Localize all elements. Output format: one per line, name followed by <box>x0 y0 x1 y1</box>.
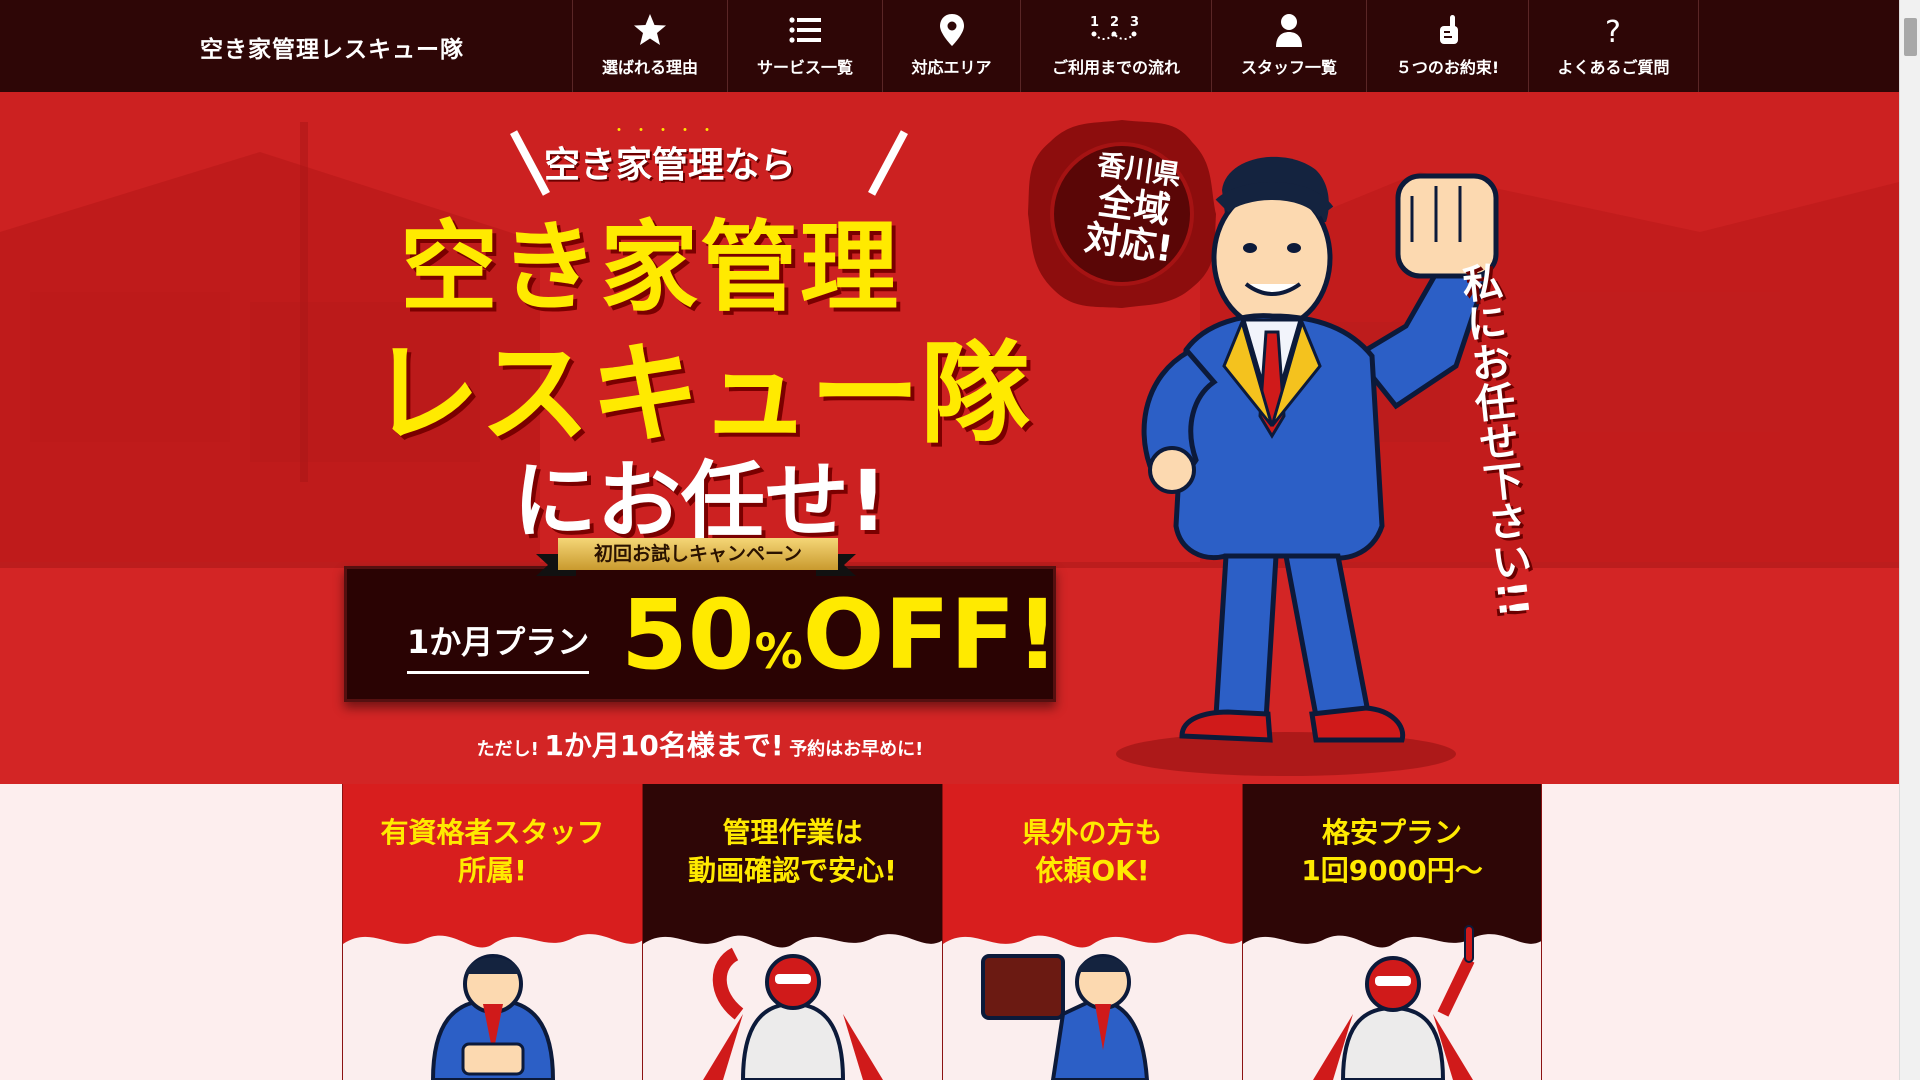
mascot-man-illustration <box>1116 156 1499 776</box>
note-prefix: ただし! <box>476 739 539 760</box>
nav-label: よくあるご質問 <box>1557 58 1670 77</box>
catch-slash-right <box>868 130 908 196</box>
nav-label: ５つのお約束! <box>1395 58 1500 77</box>
nav-item-flow[interactable]: 1 2 3 ご利用までの流れ <box>1020 0 1211 92</box>
list-icon <box>789 17 821 43</box>
note-limit: 1か月10名様まで! <box>544 729 784 762</box>
svg-text:?: ? <box>1605 15 1621 48</box>
nav-item-faq[interactable]: ? よくあるご質問 <box>1528 0 1698 92</box>
pinky-promise-icon <box>1439 15 1458 44</box>
feature-title-line1: 管理作業は <box>722 816 863 849</box>
star-icon <box>634 14 666 45</box>
question-icon: ? <box>1605 15 1621 48</box>
hero-mascot-pointing-illustration <box>1243 925 1541 1080</box>
feature-title-line1: 有資格者スタッフ <box>380 816 605 849</box>
discount-off-text: OFF! <box>802 579 1060 691</box>
discount-offer-box: 1か月プラン 50%OFF! <box>344 566 1059 702</box>
nav-item-services[interactable]: サービス一覧 <box>727 0 882 92</box>
svg-text:1: 1 <box>1090 15 1099 30</box>
feature-title-line1: 県外の方も <box>1022 816 1163 849</box>
nav-label: スタッフ一覧 <box>1240 58 1337 77</box>
feature-title-line2: 所属! <box>458 854 527 887</box>
feature-card-out-of-prefecture[interactable]: 県外の方も 依頼OK! <box>942 784 1242 1080</box>
nav-label: 対応エリア <box>911 58 992 77</box>
feature-card-cheap-plan[interactable]: 格安プラン 1回9000円〜 <box>1242 784 1542 1080</box>
nav-label: ご利用までの流れ <box>1051 58 1180 77</box>
plan-label: 1か月プラン <box>407 617 590 674</box>
nav-label: 選ばれる理由 <box>601 58 698 77</box>
hero-mascot-illustration <box>643 934 942 1080</box>
feature-title-line2: 1回9000円〜 <box>1301 854 1483 887</box>
svg-text:3: 3 <box>1130 15 1139 30</box>
hero-section: ・・・・・ 空き家管理なら 空き家管理 レスキュー隊 にお任せ! 初回お試しキャ… <box>0 92 1899 784</box>
feature-title-line2: 動画確認で安心! <box>688 854 897 887</box>
nav-label: サービス一覧 <box>756 58 853 77</box>
map-pin-icon <box>939 14 964 46</box>
global-nav: 選ばれる理由 サービス一覧 対応エリア 1 2 3 ご利用までの流れ スタッフ一… <box>572 0 1699 92</box>
page-scrollbar[interactable] <box>1899 0 1920 1080</box>
nav-item-staff[interactable]: スタッフ一覧 <box>1211 0 1366 92</box>
discount-value: 50%OFF! <box>621 585 1059 702</box>
feature-card-qualified-staff[interactable]: 有資格者スタッフ 所属! <box>342 784 642 1080</box>
feature-title: 有資格者スタッフ 所属! <box>343 814 642 890</box>
site-header: 空き家管理レスキュー隊 選ばれる理由 サービス一覧 対応エリア 1 2 3 ご利… <box>0 0 1899 92</box>
businessman-briefcase-illustration <box>943 934 1242 1080</box>
feature-title: 管理作業は 動画確認で安心! <box>643 814 942 890</box>
nav-item-promises[interactable]: ５つのお約束! <box>1366 0 1528 92</box>
hero-title-line3: にお任せ! <box>512 452 888 550</box>
feature-card-video-check[interactable]: 管理作業は 動画確認で安心! <box>642 784 942 1080</box>
site-logo[interactable]: 空き家管理レスキュー隊 <box>200 30 464 64</box>
person-icon <box>1276 14 1302 47</box>
feature-title: 県外の方も 依頼OK! <box>943 814 1242 890</box>
hero-catchphrase: 空き家管理なら <box>543 145 796 186</box>
feature-title-line1: 格安プラン <box>1321 816 1462 849</box>
steps-icon: 1 2 3 <box>1090 15 1139 40</box>
discount-number: 50 <box>621 579 755 691</box>
hero-copy: ・・・・・ 空き家管理なら 空き家管理 レスキュー隊 にお任せ! 初回お試しキャ… <box>340 92 1060 784</box>
nav-item-area[interactable]: 対応エリア <box>882 0 1020 92</box>
limit-note: ただし! 1か月10名様まで! 予約はお早めに! <box>400 724 1000 764</box>
discount-percent-sign: % <box>754 624 803 680</box>
features-row: 有資格者スタッフ 所属! 管理作業は 動画確認で安心! 県外の方も 依頼OK! … <box>342 784 1542 1080</box>
nav-item-reasons[interactable]: 選ばれる理由 <box>572 0 727 92</box>
campaign-ribbon: 初回お試しキャンペーン <box>558 538 838 570</box>
feature-title-line2: 依頼OK! <box>1035 854 1150 887</box>
scrollbar-thumb[interactable] <box>1904 18 1917 56</box>
svg-text:2: 2 <box>1110 15 1119 30</box>
note-suffix: 予約はお早めに! <box>789 739 924 760</box>
feature-title: 格安プラン 1回9000円〜 <box>1243 814 1541 890</box>
staff-man-illustration <box>343 934 642 1080</box>
